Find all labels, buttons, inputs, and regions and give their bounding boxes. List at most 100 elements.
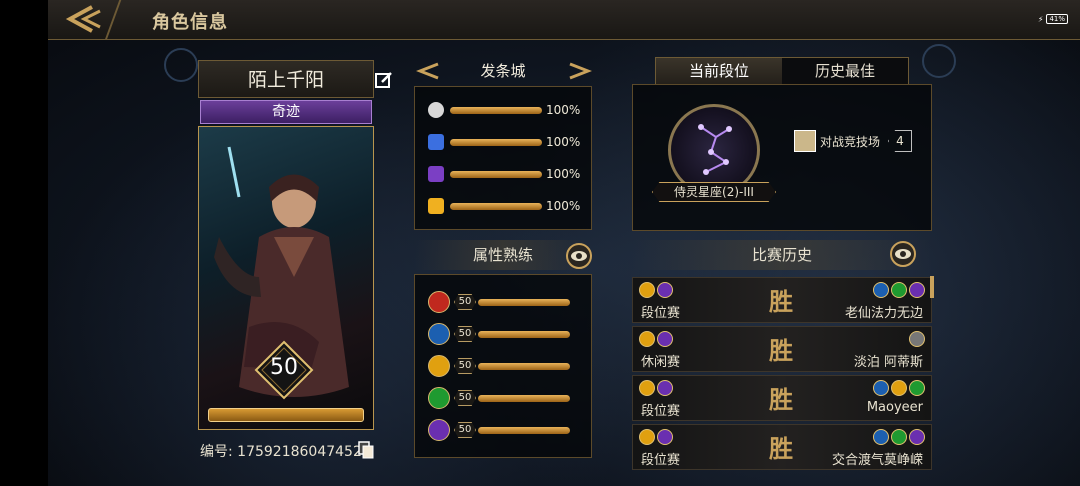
proficiency-row: 50 [428,291,570,313]
element-icon [891,429,907,445]
match-result: 胜 [769,337,793,365]
element-icon [909,380,925,396]
experience-bar [208,408,364,422]
resource-percent: 100% [546,199,581,213]
match-type: 段位赛 [641,404,681,419]
match-row[interactable]: 段位赛 胜交合渡气莫峥嵘 [632,424,932,470]
element-icon [873,380,889,396]
proficiency-row: 50 [428,419,570,441]
match-history-title: 比赛历史 [632,240,932,270]
match-result: 胜 [769,386,793,414]
player-id: 编号: 17592186047452 [200,444,362,460]
back-arrow-icon[interactable] [62,4,102,34]
proficiency-level: 50 [454,358,476,374]
blue-triangle-icon [428,134,444,150]
rank-title-badge: 奇迹 [200,100,372,124]
match-type: 段位赛 [641,453,681,468]
element-icon [873,429,889,445]
battery-level: 41% [1046,14,1068,24]
gold-hex-icon [428,198,444,214]
proficiency-bar [478,330,570,338]
tab-current-rank[interactable]: 当前段位 [656,58,782,84]
proficiency-row: 50 [428,387,570,409]
element-icon [639,282,655,298]
player-deck-icons [639,331,673,347]
element-icon [909,429,925,445]
element-icon [657,429,673,445]
leaf-icon [428,387,450,409]
resource-percent: 100% [546,103,581,117]
silver-orb-icon [428,102,444,118]
proficiency-level: 50 [454,326,476,342]
proficiency-bar [478,362,570,370]
copy-icon[interactable] [358,441,374,459]
resource-bar [450,106,542,114]
battery-indicator: ⚡ 41% [1038,14,1068,24]
tab-best-rank[interactable]: 历史最佳 [782,58,908,84]
wind-icon [428,355,450,377]
moon-ornament-right [922,44,956,78]
charging-icon: ⚡ [1037,14,1044,24]
resource-bar [450,202,542,210]
resource-bar [450,138,542,146]
element-icon [639,331,655,347]
opponent-deck-icons [873,282,925,298]
proficiency-row: 50 [428,355,570,377]
proficiency-eye-icon[interactable] [566,243,592,269]
element-icon [639,429,655,445]
match-result: 胜 [769,288,793,316]
match-row[interactable]: 休闲赛 胜淡泊 阿蒂斯 [632,326,932,372]
resource-row: 100% [428,164,580,184]
history-eye-icon[interactable] [890,241,916,267]
proficiency-bar [478,426,570,434]
left-black-edge [0,0,48,486]
edit-name-icon[interactable] [374,70,394,90]
match-result: 胜 [769,435,793,463]
player-name: 陌上千阳 [198,60,374,98]
resource-bar [450,170,542,178]
opponent-deck-icons [873,429,925,445]
arena-icon [794,130,816,152]
match-type: 段位赛 [641,306,681,321]
resource-row: 100% [428,132,580,152]
arena-label: 对战竞技场 [820,135,881,149]
match-row[interactable]: 段位赛 胜老仙法力无边 [632,277,932,323]
proficiency-row: 50 [428,323,570,345]
element-icon [873,282,889,298]
anvil-icon [428,419,450,441]
match-type: 休闲赛 [641,355,681,370]
resource-row: 100% [428,196,580,216]
moon-ornament-left [164,48,198,82]
element-icon [639,380,655,396]
rank-tabs: 当前段位 历史最佳 [655,57,909,85]
history-scrollbar[interactable] [930,276,934,298]
match-row[interactable]: 段位赛 胜 Maoyeer [632,375,932,421]
proficiency-bar [478,394,570,402]
element-icon [891,282,907,298]
proficiency-level: 50 [454,422,476,438]
book-icon [428,323,450,345]
page-title: 角色信息 [152,12,228,33]
element-icon [657,380,673,396]
resource-percent: 100% [546,167,581,181]
player-deck-icons [639,380,673,396]
purple-gem-icon [428,166,444,182]
player-deck-icons [639,282,673,298]
element-icon [909,282,925,298]
opponent-name: Maoyeer [866,400,923,415]
proficiency-level: 50 [454,294,476,310]
next-city-arrow-icon[interactable] [566,62,592,80]
element-icon [891,380,907,396]
player-deck-icons [639,429,673,445]
opponent-name: 淡泊 阿蒂斯 [853,355,923,370]
element-icon [657,331,673,347]
opponent-name: 老仙法力无边 [844,306,923,321]
element-icon [909,331,925,347]
opponent-name: 交合渡气莫峥嵘 [831,453,923,468]
element-icon [657,282,673,298]
proficiency-level: 50 [454,390,476,406]
player-level: 50 [270,355,298,380]
proficiency-bar [478,298,570,306]
resource-percent: 100% [546,135,581,149]
resource-row: 100% [428,100,580,120]
